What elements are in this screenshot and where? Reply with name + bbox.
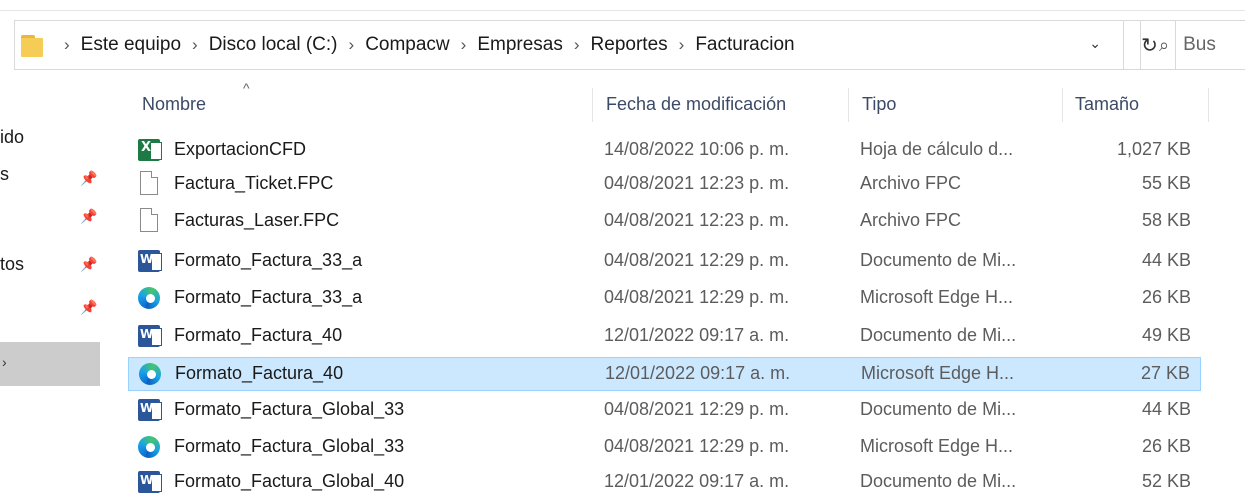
column-header-type[interactable]: Tipo (862, 94, 896, 115)
breadcrumb-item-reportes[interactable]: Reportes (591, 34, 668, 56)
chevron-right-icon[interactable]: › (64, 35, 70, 55)
column-divider[interactable] (848, 88, 849, 122)
breadcrumb: › Este equipo › Disco local (C:) › Compa… (53, 34, 795, 56)
excel-icon (138, 139, 162, 161)
chevron-right-icon[interactable]: › (461, 35, 467, 55)
file-row[interactable]: Factura_Ticket.FPC 04/08/2021 12:23 p. m… (128, 168, 1201, 202)
file-name: Formato_Factura_40 (175, 363, 344, 383)
file-icon (140, 171, 158, 195)
column-divider[interactable] (1208, 88, 1209, 122)
search-placeholder: Bus (1183, 34, 1216, 55)
file-name: Formato_Factura_Global_33 (174, 399, 405, 419)
edge-icon (138, 436, 160, 458)
file-size: 44 KB (1141, 399, 1191, 419)
file-row[interactable]: Formato_Factura_33_a 04/08/2021 12:29 p.… (128, 282, 1201, 316)
file-size: 1,027 KB (1116, 139, 1191, 159)
file-type: Hoja de cálculo d... (860, 139, 1014, 159)
breadcrumb-item-compacw[interactable]: Compacw (365, 34, 449, 56)
file-row[interactable]: Facturas_Laser.FPC 04/08/2021 12:23 p. m… (128, 205, 1201, 239)
file-type: Documento de Mi... (860, 250, 1017, 270)
file-size: 49 KB (1141, 325, 1191, 345)
file-type: Documento de Mi... (860, 399, 1017, 419)
file-size: 55 KB (1141, 173, 1191, 193)
file-date: 04/08/2021 12:29 p. m. (604, 436, 790, 456)
breadcrumb-item-facturacion[interactable]: Facturacion (695, 34, 794, 56)
chevron-right-icon[interactable]: › (2, 354, 7, 370)
file-row-selected[interactable]: Formato_Factura_40 12/01/2022 09:17 a. m… (128, 357, 1201, 391)
column-divider[interactable] (1062, 88, 1063, 122)
file-name: Formato_Factura_33_a (174, 250, 363, 270)
file-date: 04/08/2021 12:23 p. m. (604, 173, 790, 193)
file-type: Documento de Mi... (860, 325, 1017, 345)
word-icon (138, 399, 162, 421)
file-type: Archivo FPC (860, 210, 962, 230)
breadcrumb-item-disco-local[interactable]: Disco local (C:) (209, 34, 338, 56)
edge-icon (139, 363, 161, 385)
word-icon (138, 471, 162, 493)
word-icon (138, 325, 162, 347)
file-row[interactable]: Formato_Factura_40 12/01/2022 09:17 a. m… (128, 320, 1201, 354)
toolbar-divider (0, 0, 1245, 11)
file-size: 58 KB (1141, 210, 1191, 230)
chevron-right-icon[interactable]: › (574, 35, 580, 55)
file-date: 04/08/2021 12:29 p. m. (604, 287, 790, 307)
nav-item-label[interactable]: s (0, 164, 9, 185)
file-size: 26 KB (1141, 436, 1191, 456)
column-header-size[interactable]: Tamaño (1075, 94, 1139, 115)
file-date: 14/08/2022 10:06 p. m. (604, 139, 790, 159)
search-box[interactable]: ⌕ Bus (1140, 20, 1245, 70)
file-row[interactable]: Formato_Factura_Global_33 04/08/2021 12:… (128, 431, 1201, 465)
file-type: Microsoft Edge H... (860, 436, 1014, 456)
sort-ascending-icon: ^ (243, 80, 250, 96)
file-name: Formato_Factura_Global_40 (174, 471, 405, 491)
address-bar[interactable]: › Este equipo › Disco local (C:) › Compa… (14, 20, 1124, 70)
chevron-right-icon[interactable]: › (679, 35, 685, 55)
nav-item-label[interactable]: tos (0, 254, 24, 275)
nav-item-label[interactable]: ido (0, 127, 24, 148)
breadcrumb-item-este-equipo[interactable]: Este equipo (81, 34, 181, 56)
search-icon: ⌕ (1159, 34, 1170, 55)
file-size: 44 KB (1141, 250, 1191, 270)
file-size: 52 KB (1141, 471, 1191, 491)
file-date: 12/01/2022 09:17 a. m. (605, 363, 791, 383)
column-divider[interactable] (592, 88, 593, 122)
folder-icon (21, 33, 43, 57)
file-row[interactable]: ExportacionCFD 14/08/2022 10:06 p. m. Ho… (128, 134, 1201, 168)
file-size: 26 KB (1141, 287, 1191, 307)
file-date: 12/01/2022 09:17 a. m. (604, 471, 790, 491)
file-name: Facturas_Laser.FPC (174, 210, 340, 230)
file-type: Microsoft Edge H... (861, 363, 1015, 383)
file-name: Formato_Factura_Global_33 (174, 436, 405, 456)
file-row[interactable]: Formato_Factura_Global_40 12/01/2022 09:… (128, 466, 1201, 500)
file-row[interactable]: Formato_Factura_33_a 04/08/2021 12:29 p.… (128, 245, 1201, 279)
file-type: Microsoft Edge H... (860, 287, 1014, 307)
file-icon (140, 208, 158, 232)
file-date: 04/08/2021 12:23 p. m. (604, 210, 790, 230)
file-row[interactable]: Formato_Factura_Global_33 04/08/2021 12:… (128, 394, 1201, 428)
file-date: 12/01/2022 09:17 a. m. (604, 325, 790, 345)
pin-icon: 📌 (80, 299, 98, 315)
file-type: Archivo FPC (860, 173, 962, 193)
file-type: Documento de Mi... (860, 471, 1017, 491)
pin-icon: 📌 (80, 208, 98, 224)
file-size: 27 KB (1140, 363, 1190, 383)
nav-selected-item[interactable] (0, 342, 100, 386)
file-name: ExportacionCFD (174, 139, 307, 159)
pin-icon: 📌 (80, 170, 98, 186)
chevron-right-icon[interactable]: › (349, 35, 355, 55)
word-icon (138, 250, 162, 272)
edge-icon (138, 287, 160, 309)
file-date: 04/08/2021 12:29 p. m. (604, 399, 790, 419)
chevron-right-icon[interactable]: › (192, 35, 198, 55)
pin-icon: 📌 (80, 256, 98, 272)
file-name: Formato_Factura_33_a (174, 287, 363, 307)
column-header-name[interactable]: Nombre (142, 94, 206, 115)
file-date: 04/08/2021 12:29 p. m. (604, 250, 790, 270)
column-header-date[interactable]: Fecha de modificación (606, 94, 786, 115)
file-name: Factura_Ticket.FPC (174, 173, 334, 193)
file-name: Formato_Factura_40 (174, 325, 343, 345)
chevron-down-icon[interactable]: ⌄ (1089, 35, 1101, 52)
breadcrumb-item-empresas[interactable]: Empresas (477, 34, 563, 56)
